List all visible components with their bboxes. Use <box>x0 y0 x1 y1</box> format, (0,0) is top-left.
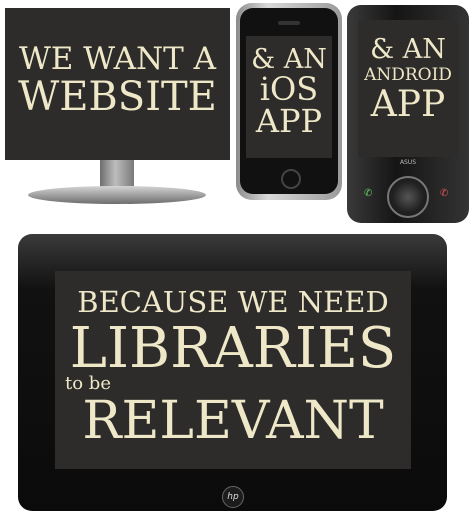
tablet-line-2: LIBRARIES <box>69 316 397 381</box>
iphone-line-3: APP <box>255 102 323 140</box>
home-button-icon <box>281 169 301 189</box>
iphone-speaker <box>278 21 300 25</box>
iphone-message: & AN iOS APP <box>246 46 332 137</box>
hp-logo-icon: hp <box>222 486 244 508</box>
android-line-1: & AN <box>370 34 446 65</box>
android-brand-logo: ASUS <box>399 159 417 166</box>
tablet-line-4: RELEVANT <box>82 391 384 451</box>
monitor-stand-base <box>28 186 206 204</box>
tablet-line-1: BECAUSE WE NEED <box>77 285 389 319</box>
android-line-2: ANDROID <box>364 65 452 85</box>
iphone-line-2: iOS <box>259 70 319 108</box>
monitor-message: WE WANT A WEBSITE <box>5 41 230 120</box>
android-message: & AN ANDROID APP <box>358 36 458 123</box>
monitor-line-2: WEBSITE <box>18 74 217 120</box>
tablet-message: BECAUSE WE NEED LIBRARIES to be RELEVANT <box>55 285 411 451</box>
android-line-3: APP <box>370 84 446 125</box>
end-call-icon: ✆ <box>440 188 449 199</box>
monitor-line-1: WE WANT A <box>18 41 217 77</box>
iphone-line-1: & AN <box>251 44 327 75</box>
call-icon: ✆ <box>364 188 373 199</box>
dpad-icon <box>387 176 429 218</box>
